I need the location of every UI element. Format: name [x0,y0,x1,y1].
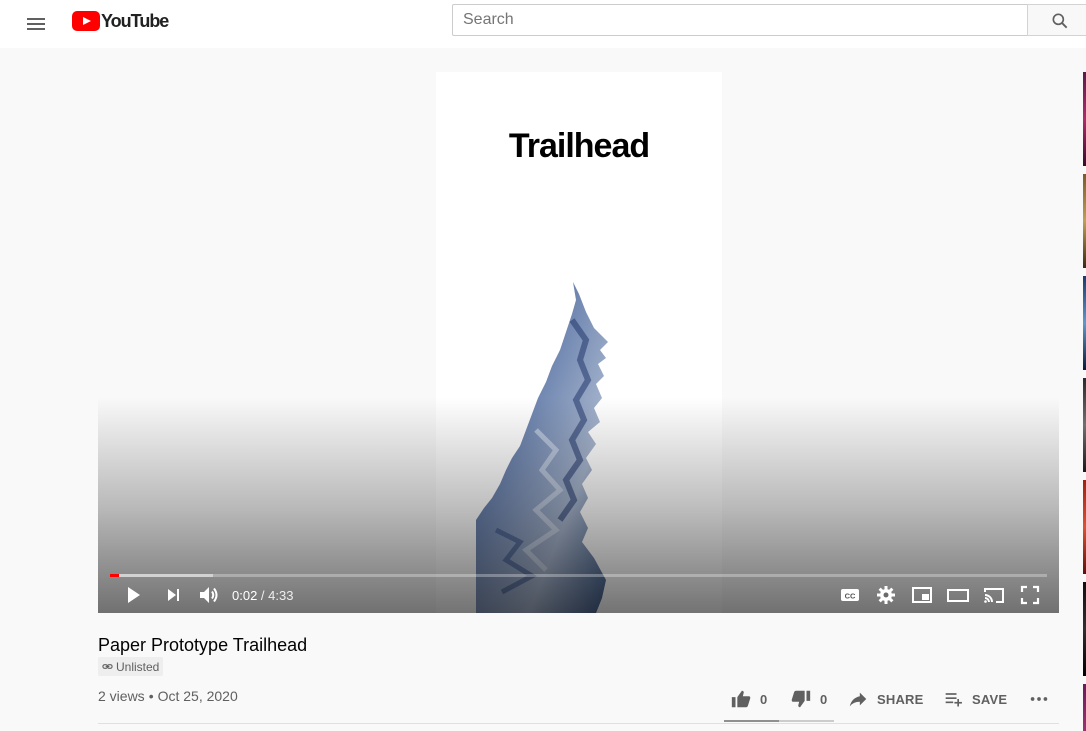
search-input[interactable] [453,5,1028,35]
miniplayer-icon[interactable] [910,583,934,607]
theater-mode-icon[interactable] [946,583,970,607]
share-arrow-icon [849,692,867,707]
duration: 4:33 [268,588,294,603]
share-label: SHARE [877,691,924,707]
volume-icon[interactable] [197,583,221,607]
save-button[interactable]: SAVE [944,685,1007,713]
info-divider [98,723,1059,724]
video-title: Paper Prototype Trailhead [98,635,308,655]
search-box [452,4,1028,36]
privacy-badge: Unlisted [98,657,164,676]
thumbs-down-icon [791,690,811,708]
play-icon[interactable] [121,583,145,607]
time-display: 0:02 / 4:33 [232,588,293,603]
fullscreen-icon[interactable] [1018,583,1042,607]
dislike-count: 0 [820,691,828,707]
search-icon [1052,13,1068,29]
video-player[interactable]: Trailhead 0:02 / 4:33 CC [98,72,1059,613]
youtube-logo[interactable]: YouTube [72,10,169,31]
settings-gear-icon[interactable] [874,583,898,607]
svg-text:CC: CC [845,592,856,601]
video-meta: 2 views • Oct 25, 2020 [98,688,238,704]
sentiment-bar [724,720,834,722]
video-frame-title: Trailhead [508,127,650,165]
cast-icon[interactable] [982,583,1006,607]
like-count: 0 [760,691,768,707]
search-button[interactable] [1027,4,1086,36]
thumbs-up-icon [731,690,751,708]
captions-icon[interactable]: CC [838,583,862,607]
progress-bar[interactable] [110,574,1047,577]
save-label: SAVE [972,691,1008,707]
dislike-button[interactable]: 0 [790,685,827,713]
meta-dot: • [148,688,154,704]
link-icon [102,664,113,669]
masthead: YouTube [0,0,1086,48]
logo-text: YouTube [101,10,169,31]
progress-played [110,574,119,577]
time-separator: / [257,588,269,603]
next-icon[interactable] [162,583,186,607]
progress-loaded [110,574,213,577]
more-horizontal-icon [1030,697,1048,701]
hamburger-menu-icon[interactable] [24,12,48,36]
privacy-badge-label: Unlisted [116,659,160,674]
current-time: 0:02 [232,588,258,603]
mountain-image [476,282,608,613]
playlist-add-icon [945,693,962,707]
player-controls: 0:02 / 4:33 CC [98,581,1059,609]
publish-date: Oct 25, 2020 [157,688,238,704]
youtube-play-icon [72,11,100,31]
like-button[interactable]: 0 [730,685,767,713]
sentiment-bar-fill [724,720,779,722]
view-count: 2 views [98,688,145,704]
video-frame: Trailhead [436,72,722,613]
more-actions-button[interactable] [1028,685,1050,713]
share-button[interactable]: SHARE [847,685,924,713]
